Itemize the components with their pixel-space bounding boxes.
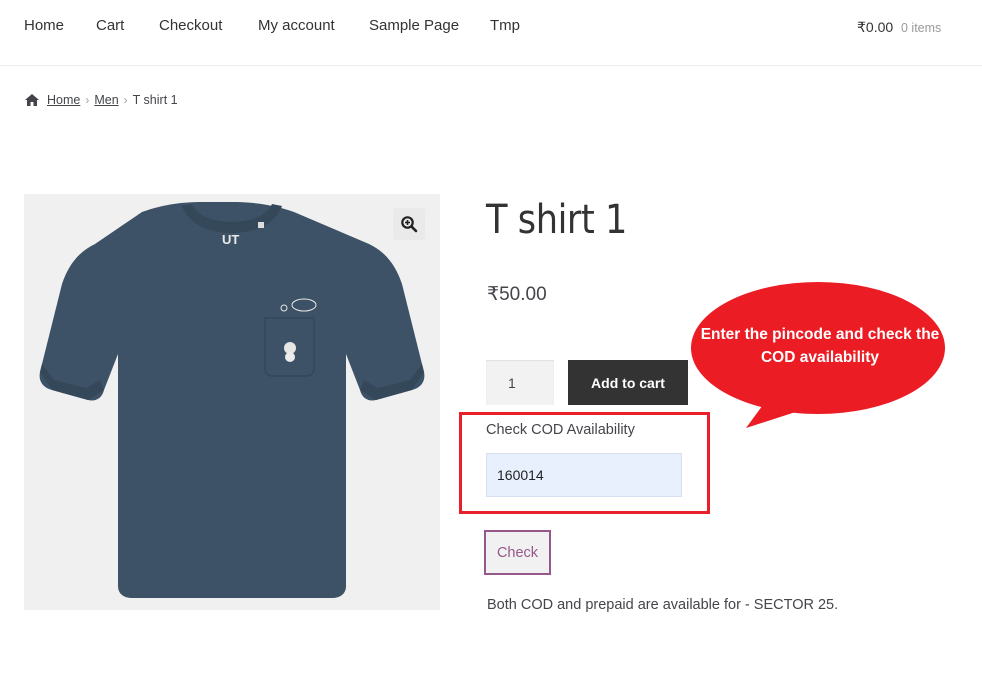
zoom-icon xyxy=(401,216,418,233)
header-cart-count[interactable]: 0 items xyxy=(901,21,941,35)
product-title: T shirt 1 xyxy=(486,197,628,243)
product-price: ₹50.00 xyxy=(487,284,547,305)
breadcrumb-current: T shirt 1 xyxy=(132,93,178,107)
add-to-cart-button[interactable]: Add to cart xyxy=(568,360,688,405)
header-cart-total[interactable]: ₹0.00 xyxy=(857,19,893,36)
shirt-logo: UT xyxy=(222,232,239,247)
breadcrumb-men-link[interactable]: Men xyxy=(94,93,118,107)
nav-item-sample-page[interactable]: Sample Page xyxy=(369,17,459,34)
cod-label: Check COD Availability xyxy=(486,422,635,438)
breadcrumb-separator: › xyxy=(85,93,90,107)
check-button[interactable]: Check xyxy=(484,530,551,575)
tshirt-image: UT xyxy=(39,202,425,598)
breadcrumb-home-link[interactable]: Home xyxy=(47,93,80,107)
zoom-button[interactable] xyxy=(393,208,425,240)
annotation-callout-text: Enter the pincode and check the COD avai… xyxy=(700,326,940,366)
nav-item-cart[interactable]: Cart xyxy=(96,17,124,34)
product-image[interactable]: UT xyxy=(24,194,440,610)
nav-item-home[interactable]: Home xyxy=(24,17,64,34)
nav-item-checkout[interactable]: Checkout xyxy=(159,17,222,34)
nav-item-my-account[interactable]: My account xyxy=(258,17,335,34)
cod-result-message: Both COD and prepaid are available for -… xyxy=(487,597,839,613)
pincode-input[interactable] xyxy=(486,453,682,497)
breadcrumb: Home › Men › T shirt 1 xyxy=(24,93,178,107)
home-icon xyxy=(24,93,40,107)
nav-item-tmp[interactable]: Tmp xyxy=(490,17,520,34)
top-navigation: Home Cart Checkout My account Sample Pag… xyxy=(0,0,982,66)
breadcrumb-separator: › xyxy=(123,93,128,107)
quantity-input[interactable] xyxy=(486,360,554,405)
